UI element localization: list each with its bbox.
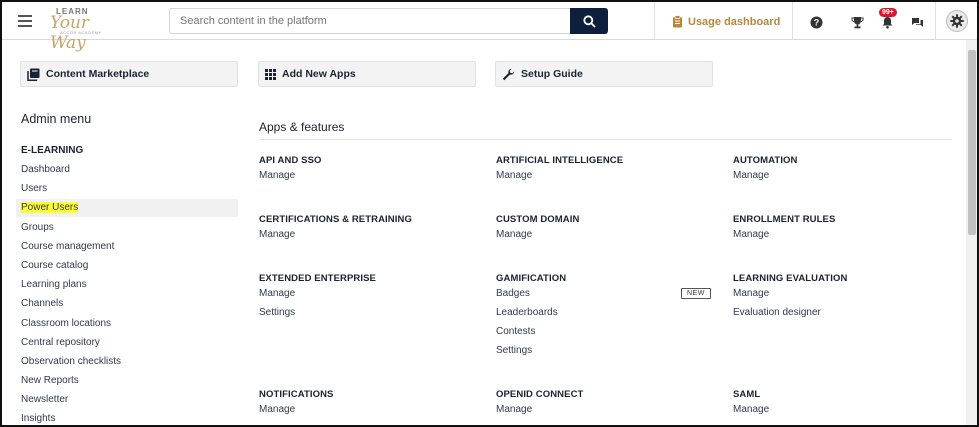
admin-menu-title: Admin menu <box>21 112 92 126</box>
search-input[interactable] <box>169 8 571 34</box>
gamification-badges-link[interactable]: Badges <box>496 288 530 299</box>
card-label: Setup Guide <box>521 68 583 80</box>
setup-guide-card[interactable]: Setup Guide <box>495 61 713 87</box>
sidebar-item-channels[interactable]: Channels <box>16 295 238 313</box>
sidebar-item-classroom-locations[interactable]: Classroom locations <box>16 315 238 333</box>
hamburger-menu-icon[interactable] <box>18 15 32 27</box>
sidebar-item-central-repository[interactable]: Central repository <box>16 334 238 352</box>
sidebar-item-dashboard[interactable]: Dashboard <box>16 161 238 179</box>
ai-manage-link[interactable]: Manage <box>496 170 532 181</box>
feature-title-certifications: CERTIFICATIONS & RETRAINING <box>259 214 412 225</box>
gamification-contests-link[interactable]: Contests <box>496 326 535 337</box>
feature-title-openid-connect: OPENID CONNECT <box>496 389 584 400</box>
sidebar-item-newsletter[interactable]: Newsletter <box>16 391 238 409</box>
sidebar-item-learning-plans[interactable]: Learning plans <box>16 276 238 294</box>
search-icon <box>582 14 596 28</box>
apps-features-title: Apps & features <box>259 120 345 134</box>
custom-domain-manage-link[interactable]: Manage <box>496 229 532 240</box>
wrench-icon <box>502 68 515 80</box>
feature-title-learning-evaluation: LEARNING EVALUATION <box>733 273 848 284</box>
feature-title-automation: AUTOMATION <box>733 155 798 166</box>
feature-title-extended-enterprise: EXTENDED ENTERPRISE <box>259 273 376 284</box>
certifications-manage-link[interactable]: Manage <box>259 229 295 240</box>
svg-text:?: ? <box>813 17 819 27</box>
new-badge: NEW <box>681 288 711 299</box>
card-label: Add New Apps <box>282 68 356 80</box>
usage-dashboard-label: Usage dashboard <box>688 15 781 28</box>
sidebar-item-observation-checklists[interactable]: Observation checklists <box>16 353 238 371</box>
admin-settings-button[interactable] <box>946 10 968 32</box>
card-label: Content Marketplace <box>46 68 150 80</box>
add-new-apps-card[interactable]: Add New Apps <box>258 61 476 87</box>
enrollment-rules-manage-link[interactable]: Manage <box>733 229 769 240</box>
app-window: LEARN Your Way ACCOR ACADEMY Usage dashb… <box>0 0 979 427</box>
automation-manage-link[interactable]: Manage <box>733 170 769 181</box>
feature-title-enrollment-rules: ENROLLMENT RULES <box>733 214 836 225</box>
divider <box>654 2 655 40</box>
elearning-section-title: E-LEARNING <box>21 145 84 156</box>
feature-title-notifications: NOTIFICATIONS <box>259 389 334 400</box>
extended-enterprise-settings-link[interactable]: Settings <box>259 307 295 318</box>
divider <box>935 2 936 40</box>
help-icon[interactable]: ? <box>808 14 824 30</box>
usage-dashboard-button[interactable]: Usage dashboard <box>672 15 780 28</box>
notification-count-badge: 99+ <box>879 8 897 17</box>
sidebar-item-groups[interactable]: Groups <box>16 219 238 237</box>
sidebar-item-label: Power Users <box>21 202 79 213</box>
sidebar-item-course-management[interactable]: Course management <box>16 238 238 256</box>
chat-icon[interactable] <box>909 14 925 30</box>
feature-title-gamification: GAMIFICATION <box>496 273 567 284</box>
feature-title-saml: SAML <box>733 389 761 400</box>
feature-title-api-sso: API AND SSO <box>259 155 322 166</box>
gamification-settings-link[interactable]: Settings <box>496 345 532 356</box>
gamification-leaderboards-link[interactable]: Leaderboards <box>496 307 558 318</box>
clipboard-icon <box>673 15 682 28</box>
api-sso-manage-link[interactable]: Manage <box>259 170 295 181</box>
learn-your-way-logo[interactable]: LEARN Your Way ACCOR ACADEMY <box>48 7 118 53</box>
apps-grid-icon <box>265 68 276 80</box>
sidebar-item-insights[interactable]: Insights <box>16 410 238 425</box>
sidebar-item-course-catalog[interactable]: Course catalog <box>16 257 238 275</box>
feature-title-artificial-intelligence: ARTIFICIAL INTELLIGENCE <box>496 155 624 166</box>
notifications-manage-link[interactable]: Manage <box>259 404 295 415</box>
gear-icon <box>950 14 964 28</box>
search-button[interactable] <box>570 8 608 34</box>
trophy-icon[interactable] <box>849 14 865 30</box>
vertical-scrollbar-thumb[interactable] <box>968 50 976 235</box>
feature-title-custom-domain: CUSTOM DOMAIN <box>496 214 580 225</box>
sidebar-item-power-users[interactable]: Power Users <box>16 199 238 217</box>
sidebar-item-users[interactable]: Users <box>16 180 238 198</box>
saml-manage-link[interactable]: Manage <box>733 404 769 415</box>
divider <box>792 2 793 40</box>
openid-connect-manage-link[interactable]: Manage <box>496 404 532 415</box>
learning-evaluation-manage-link[interactable]: Manage <box>733 288 769 299</box>
top-bar: LEARN Your Way ACCOR ACADEMY Usage dashb… <box>2 2 977 53</box>
content-marketplace-card[interactable]: Content Marketplace <box>20 61 238 87</box>
divider <box>259 139 952 140</box>
evaluation-designer-link[interactable]: Evaluation designer <box>733 307 821 318</box>
library-icon <box>27 68 40 81</box>
sidebar-item-new-reports[interactable]: New Reports <box>16 372 238 390</box>
extended-enterprise-manage-link[interactable]: Manage <box>259 288 295 299</box>
